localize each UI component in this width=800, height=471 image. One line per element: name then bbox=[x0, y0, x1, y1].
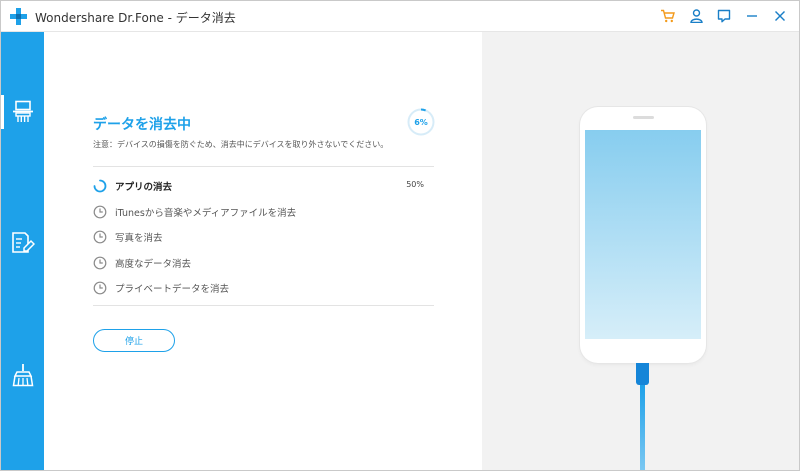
page-title: データを消去中 bbox=[93, 117, 191, 133]
user-icon bbox=[689, 9, 703, 23]
task-item: プライベートデータを消去 bbox=[93, 279, 434, 297]
task-label: 写真を消去 bbox=[115, 233, 163, 244]
usb-plug bbox=[636, 363, 649, 385]
clock-icon bbox=[93, 205, 107, 219]
task-item: 写真を消去 bbox=[93, 228, 434, 246]
task-item: アプリの消去 50% bbox=[93, 177, 434, 195]
window-title: Wondershare Dr.Fone - データ消去 bbox=[35, 11, 236, 25]
top-divider bbox=[93, 166, 434, 167]
task-percent: 50% bbox=[406, 180, 424, 189]
erase-device-icon bbox=[12, 100, 33, 122]
sidebar-item-erase-private-data[interactable] bbox=[1, 221, 44, 265]
phone-screen bbox=[585, 130, 701, 339]
minimize-button[interactable] bbox=[743, 7, 761, 25]
task-label: アプリの消去 bbox=[115, 182, 173, 193]
task-label: iTunesから音楽やメディアファイルを消去 bbox=[115, 208, 297, 219]
cart-button[interactable] bbox=[658, 7, 676, 25]
task-label: プライベートデータを消去 bbox=[115, 284, 230, 295]
warning-note: 注意：デバイスの損傷を防ぐため、消去中にデバイスを取り外さないでください。 bbox=[93, 140, 389, 149]
clock-icon bbox=[93, 281, 107, 295]
title-bar: Wondershare Dr.Fone - データ消去 bbox=[1, 1, 799, 32]
close-button[interactable] bbox=[771, 7, 789, 25]
drfone-logo-icon bbox=[10, 8, 27, 25]
task-item: iTunesから音楽やメディアファイルを消去 bbox=[93, 203, 434, 221]
stop-button[interactable]: 停止 bbox=[93, 329, 175, 352]
erase-private-data-icon bbox=[11, 232, 35, 253]
minimize-icon bbox=[747, 15, 757, 17]
feedback-button[interactable] bbox=[715, 7, 733, 25]
account-button[interactable] bbox=[687, 7, 705, 25]
clock-icon bbox=[93, 230, 107, 244]
feedback-icon bbox=[717, 9, 731, 23]
cart-icon bbox=[660, 9, 675, 23]
bottom-divider bbox=[93, 305, 434, 306]
phone-speaker bbox=[633, 116, 654, 119]
cleanup-broom-icon bbox=[12, 364, 33, 387]
phone-illustration bbox=[580, 107, 706, 363]
overall-progress-text: 6% bbox=[414, 117, 428, 127]
close-icon bbox=[775, 11, 785, 21]
sidebar-item-erase-device[interactable] bbox=[1, 90, 44, 134]
sidebar bbox=[1, 32, 44, 470]
clock-icon bbox=[93, 256, 107, 270]
loading-spinner-icon bbox=[93, 179, 107, 193]
task-item: 高度なデータ消去 bbox=[93, 254, 434, 272]
device-illustration-panel bbox=[482, 32, 799, 470]
task-label: 高度なデータ消去 bbox=[115, 259, 192, 270]
main-panel: データを消去中 6% 注意：デバイスの損傷を防ぐため、消去中にデバイスを取り外さ… bbox=[44, 32, 482, 470]
usb-cable bbox=[640, 385, 645, 470]
sidebar-item-cleanup[interactable] bbox=[1, 353, 44, 397]
app-window: Wondershare Dr.Fone - データ消去 データを消去中 6% 注… bbox=[0, 0, 800, 471]
